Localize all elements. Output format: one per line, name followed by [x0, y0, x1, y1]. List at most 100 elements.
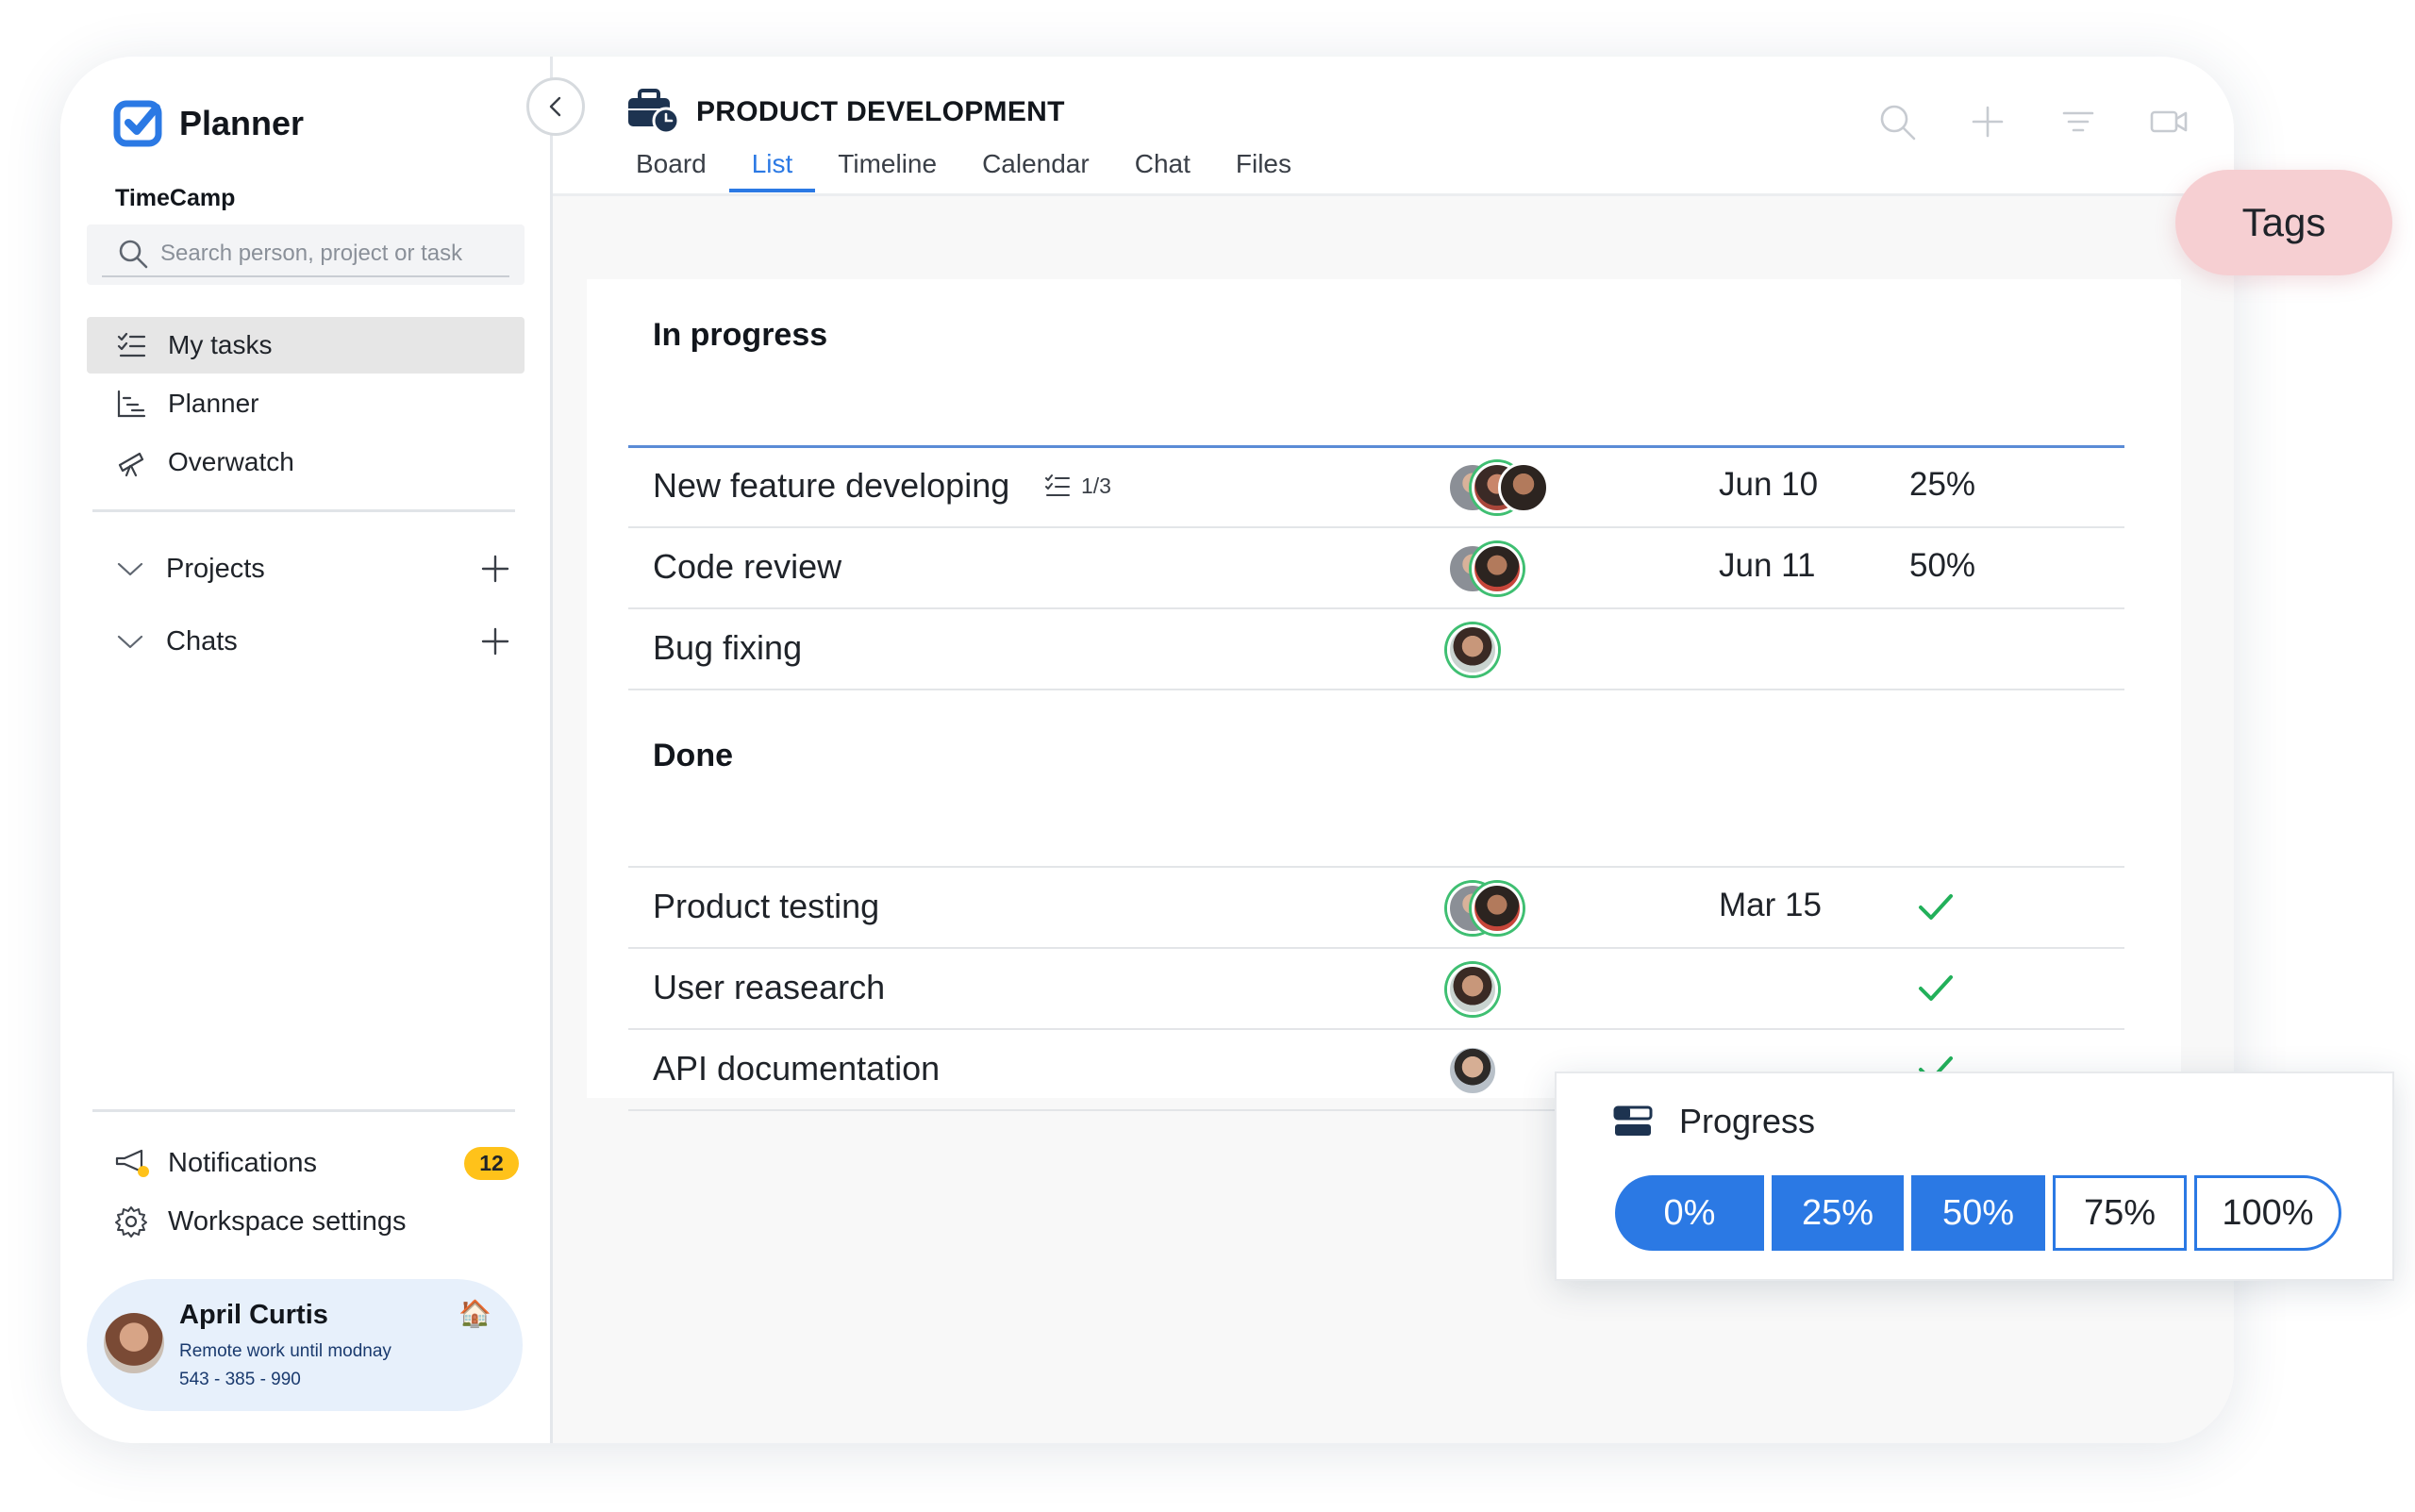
project-title: PRODUCT DEVELOPMENT — [696, 96, 1065, 127]
task-due-date[interactable]: Jun 10 — [1719, 466, 1818, 504]
task-progress[interactable]: 50% — [1909, 547, 1975, 585]
project-tabs: Board List Timeline Calendar Chat Files — [613, 149, 1314, 192]
task-name[interactable]: Bug fixing — [653, 628, 802, 668]
nav-label: Planner — [168, 389, 259, 418]
task-row[interactable]: Product testing Mar 15 — [628, 868, 2124, 947]
filter-icon[interactable] — [2058, 102, 2098, 141]
tab-timeline[interactable]: Timeline — [815, 149, 959, 192]
avatar — [1447, 624, 1498, 675]
task-list: In progress New feature developing 1/3 J… — [587, 279, 2181, 1111]
tab-calendar[interactable]: Calendar — [959, 149, 1112, 192]
planner-chart-icon — [117, 390, 146, 418]
nav-label: My tasks — [168, 330, 273, 359]
task-row[interactable]: New feature developing 1/3 Jun 10 25% — [628, 447, 2124, 526]
planner-logo-icon — [113, 100, 162, 147]
avatar — [1447, 1045, 1498, 1096]
tags-pill[interactable]: Tags — [2175, 170, 2392, 275]
notifications-label: Notifications — [168, 1147, 317, 1178]
task-due-date[interactable]: Mar 15 — [1719, 887, 1822, 924]
megaphone-icon — [115, 1149, 149, 1177]
sidebar-divider — [92, 509, 515, 512]
progress-option-25[interactable]: 25% — [1772, 1175, 1904, 1251]
nav-label: Overwatch — [168, 447, 294, 476]
row-divider — [628, 689, 2124, 690]
search-icon — [119, 240, 148, 269]
task-name[interactable]: User reasearch — [653, 968, 885, 1007]
progress-options: 0% 25% 50% 75% 100% — [1615, 1175, 2341, 1251]
app-logo[interactable]: Planner — [113, 98, 304, 149]
checklist-icon — [1045, 474, 1070, 496]
section-label: Chats — [166, 625, 238, 656]
add-project-icon[interactable] — [479, 553, 511, 585]
chevron-down-icon[interactable] — [115, 554, 145, 584]
task-name[interactable]: API documentation — [653, 1049, 940, 1088]
progress-option-50[interactable]: 50% — [1911, 1175, 2045, 1251]
collapse-sidebar-button[interactable] — [526, 77, 585, 136]
workspace-settings-item[interactable]: Workspace settings — [113, 1196, 519, 1247]
user-name: April Curtis — [179, 1300, 328, 1330]
task-row[interactable]: Code review Jun 11 50% — [628, 528, 2124, 607]
progress-title: Progress — [1679, 1102, 1816, 1140]
task-row[interactable]: Bug fixing — [628, 609, 2124, 689]
user-phone: 543 - 385 - 990 — [179, 1370, 301, 1389]
gear-icon — [115, 1206, 147, 1238]
chevron-left-icon — [549, 96, 561, 117]
task-due-date[interactable]: Jun 11 — [1719, 547, 1816, 585]
search-icon[interactable] — [1877, 102, 1917, 141]
nav-item-my-tasks[interactable]: My tasks — [87, 317, 525, 374]
progress-popup: Progress 0% 25% 50% 75% 100% — [1555, 1072, 2394, 1281]
tab-chat[interactable]: Chat — [1112, 149, 1213, 192]
video-call-icon[interactable] — [2149, 102, 2189, 141]
app-name: Planner — [179, 104, 305, 142]
sidebar-divider — [92, 1109, 515, 1112]
chevron-down-icon[interactable] — [115, 626, 145, 656]
progress-bars-icon — [1613, 1105, 1653, 1136]
task-row[interactable]: User reasearch — [628, 949, 2124, 1028]
notifications-item[interactable]: Notifications 12 — [113, 1138, 519, 1188]
avatar — [104, 1313, 164, 1373]
user-card[interactable]: April Curtis Remote work until modnay 54… — [87, 1279, 523, 1411]
subtask-count-label: 1/3 — [1081, 473, 1111, 498]
progress-option-100[interactable]: 100% — [2194, 1175, 2341, 1251]
add-icon[interactable] — [1968, 102, 2007, 141]
tab-list[interactable]: List — [728, 149, 816, 192]
group-title-done: Done — [653, 738, 733, 773]
tab-board[interactable]: Board — [613, 149, 729, 192]
sidebar: Planner TimeCamp My tasks — [60, 57, 553, 1443]
task-list-icon — [117, 332, 146, 357]
telescope-icon — [118, 452, 144, 477]
avatar — [1447, 964, 1498, 1015]
add-chat-icon[interactable] — [479, 625, 511, 657]
section-projects[interactable]: Projects — [115, 545, 511, 592]
workspace-name[interactable]: TimeCamp — [115, 185, 235, 212]
progress-option-75[interactable]: 75% — [2053, 1175, 2187, 1251]
user-status: Remote work until modnay — [179, 1341, 391, 1361]
section-chats[interactable]: Chats — [115, 618, 511, 665]
house-icon: 🏠 — [458, 1299, 491, 1328]
task-name[interactable]: Product testing — [653, 887, 879, 926]
avatar — [1498, 462, 1549, 513]
task-name[interactable]: Code review — [653, 547, 841, 587]
stage: Planner TimeCamp My tasks — [0, 0, 2415, 1512]
project-header: PRODUCT DEVELOPMENT Board List Timeline … — [553, 57, 2234, 196]
group-title-in-progress: In progress — [653, 317, 828, 353]
subtask-count: 1/3 — [1043, 472, 1111, 500]
workspace-settings-label: Workspace settings — [168, 1205, 407, 1237]
tab-files[interactable]: Files — [1213, 149, 1314, 192]
avatar — [1472, 883, 1523, 934]
header-actions — [1877, 102, 2189, 141]
task-name[interactable]: New feature developing — [653, 466, 1009, 506]
search-box[interactable] — [87, 224, 525, 285]
notifications-badge: 12 — [464, 1146, 519, 1180]
avatar — [1472, 543, 1523, 594]
search-input[interactable] — [160, 234, 500, 274]
nav-item-overwatch[interactable]: Overwatch — [87, 434, 525, 490]
check-icon[interactable] — [1917, 972, 1955, 1005]
check-icon[interactable] — [1917, 890, 1955, 924]
nav-item-planner[interactable]: Planner — [87, 375, 525, 432]
section-label: Projects — [166, 553, 265, 584]
search-underline — [102, 275, 509, 277]
task-progress[interactable]: 25% — [1909, 466, 1975, 504]
progress-option-0[interactable]: 0% — [1615, 1175, 1764, 1251]
briefcase-clock-icon — [628, 89, 680, 135]
